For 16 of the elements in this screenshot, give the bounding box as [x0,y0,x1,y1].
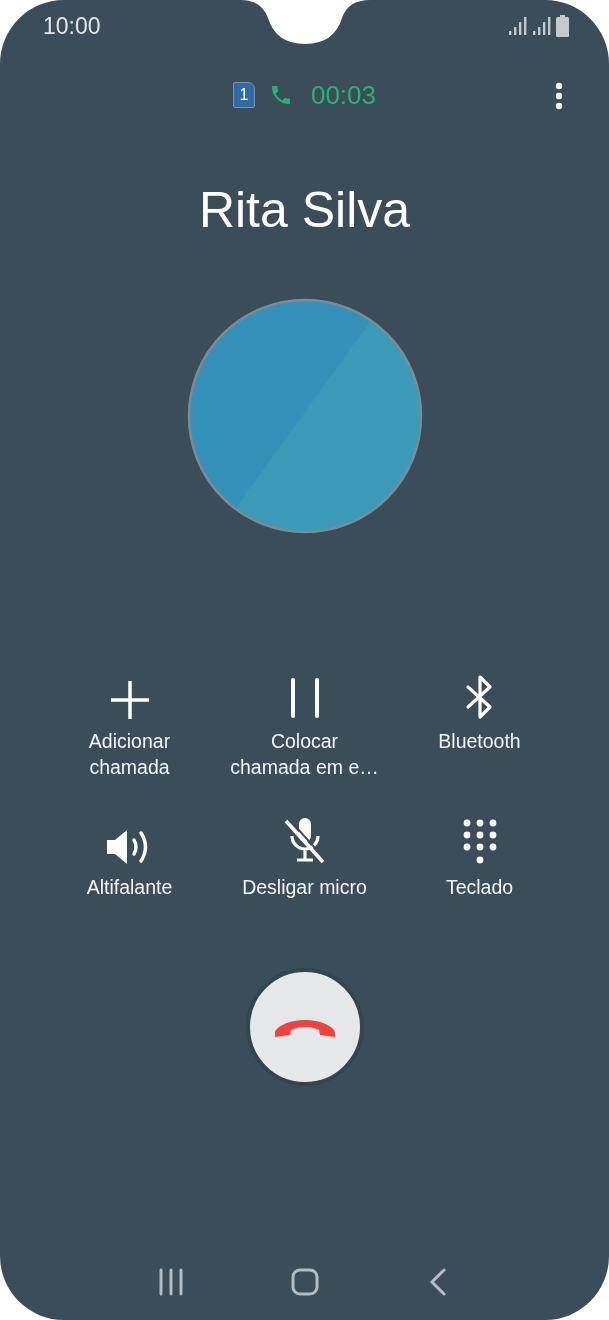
more-options-icon[interactable] [555,82,563,110]
signal-icon [532,16,552,36]
battery-icon [556,15,569,37]
contact-name: Rita Silva [198,185,411,235]
hold-button[interactable]: Colocar chamada em e… [217,668,392,780]
home-icon[interactable] [290,1268,319,1296]
recent-apps-icon[interactable] [157,1268,186,1296]
signal-icon [508,16,528,36]
keypad-button[interactable]: Teclado [392,814,567,900]
speaker-button[interactable]: Altifalante [42,814,217,900]
status-time: 10:00 [43,12,101,40]
sim-badge: 1 [232,82,255,108]
add-button[interactable]: Adicionar chamada [42,668,217,780]
call-timer: 00:03 [310,79,377,111]
mute-button[interactable]: Desligar micro [217,814,392,900]
bluetooth-button[interactable]: Bluetooth [392,668,567,780]
